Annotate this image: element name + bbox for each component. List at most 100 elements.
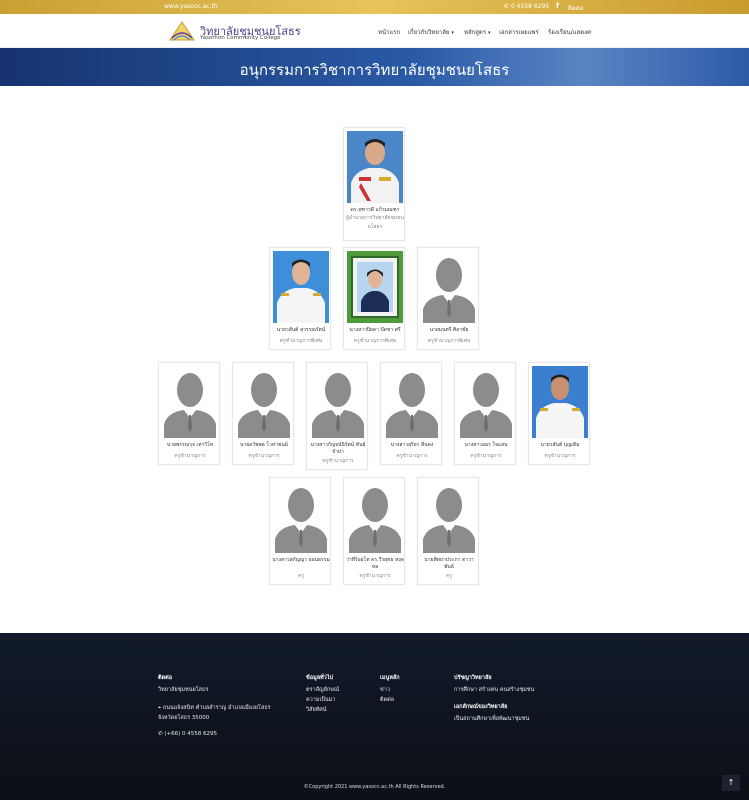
person-name: นางสาวสุริยา สิ่นคง [390, 442, 434, 448]
person-name: นายพรรณรุจ เทาวิโท [166, 442, 214, 448]
facebook-icon[interactable]: f [556, 2, 559, 10]
person-name: นางสาวกัญจน์นิรัตน์ พันธุ์จำปา [310, 442, 366, 455]
director-photo [347, 131, 403, 203]
person-placeholder-icon [421, 251, 477, 323]
person-card: นางสาวสุริยา สิ่นคงครูชำนาญการ [380, 362, 442, 465]
footer-link-emblem[interactable]: ตราสัญลักษณ์ [306, 686, 339, 694]
footer-address-line2: จังหวัดยโสธร 35000 [158, 715, 210, 721]
person-role: ครูชำนาญการ [470, 453, 502, 459]
footer-identity-heading: เอกลักษณ์ของวิทยาลัย [454, 704, 508, 710]
footer-menu-heading: เมนูหลัก [380, 675, 400, 681]
person-name: นายมนตรี ศิลาชัย [429, 327, 469, 333]
person-role: ครูชำนาญการพิเศษ [427, 338, 471, 344]
phone-icon: ✆ [504, 3, 511, 10]
person-photo [421, 481, 477, 553]
person-photo [162, 366, 218, 438]
person-card: ดร.จุฑาวดี แก้วมณฑา ผู้อำนวยการวิทยาลัยชุ… [343, 127, 405, 241]
page-banner: อนุกรรมการวิชาการวิทยาลัยชุมชนยโสธร [0, 48, 749, 86]
person-name: นายวสันต์ บุญเติม [540, 442, 580, 448]
footer-link-contact[interactable]: ติดต่อ [380, 696, 394, 704]
footer-address-line1: ถนนแจ้งสนิท ตำบลสำราญ อำเภอเมืองยโสธร [162, 705, 271, 711]
person-card: นางสาวกัญจน์นิรัตน์ พันธุ์จำปา ครูชำนาญกา… [306, 362, 368, 470]
footer-info-heading: ข้อมูลทั่วไป [306, 675, 334, 681]
person-name: ว่าที่ร้อยโท ดร.วีรยุทธ หงุดหล [346, 557, 404, 570]
person-photo [458, 366, 514, 438]
person-role: ครูชำนาญการ [174, 453, 206, 459]
person-placeholder-icon [310, 366, 366, 438]
person-photo [421, 251, 477, 323]
person-name: นางสาวสุกัญญา ออนธรรม [272, 557, 330, 563]
nav-complaints[interactable]: ร้องเรียน/แสดงความคิดเห็น [548, 27, 592, 37]
teacher-photo [347, 251, 403, 323]
nav-curriculum[interactable]: หลักสูตร ▾ [464, 27, 490, 37]
person-role: ผู้อำนวยการวิทยาลัยชุมชนยโสธร [346, 215, 404, 230]
footer-college-name: วิทยาลัยชุมชนยโสธร [158, 687, 209, 693]
person-placeholder-icon [384, 366, 440, 438]
person-placeholder-icon [347, 481, 403, 553]
footer-link-vision[interactable]: วิสัยทัศน์ [306, 706, 327, 714]
person-role: ครูชำนาญการ [544, 453, 576, 459]
footer-phone-number: (+66) 0 4558 6295 [164, 731, 217, 737]
footer-philosophy: การศึกษา สร้างคน คนสร้างชุมชน [454, 687, 535, 693]
footer-contact-heading: ติดต่อ [158, 675, 173, 681]
site-footer: ติดต่อ วิทยาลัยชุมชนยโสธร ⌖ ถนนแจ้งสนิท … [0, 633, 749, 800]
logo-title-english[interactable]: Yasothon Community College [200, 35, 281, 41]
person-name: นายพิทยาประภา ดาวาพันธ์ [424, 557, 474, 570]
nav-documents[interactable]: เอกสารเผยแพร่ [499, 27, 539, 37]
footer-phone[interactable]: ✆ (+66) 0 4558 6295 [158, 731, 217, 737]
person-card: นางสาวอมร ใจแสน ครูชำนาญการ [454, 362, 516, 465]
site-domain[interactable]: www.yasocc.ac.th [164, 3, 218, 10]
site-header: วิทยาลัยชุมชนยโสธร Yasothon Community Co… [0, 14, 749, 48]
arrow-up-icon: ↑ [727, 778, 735, 787]
person-card: ว่าที่ร้อยโท ดร.วีรยุทธ หงุดหลครูชำนาญกา… [343, 477, 405, 585]
person-card: นางสาวสุกัญญา ออนธรรม ครู [269, 477, 331, 585]
top-bar: www.yasocc.ac.th ✆ 0 4558 6295 f ติดต่อ [0, 0, 749, 14]
person-photo [236, 366, 292, 438]
person-placeholder-icon [273, 481, 329, 553]
person-photo [532, 366, 588, 438]
person-role: ครูชำนาญการพิเศษ [279, 338, 323, 344]
person-card: นายพิทยาประภา ดาวาพันธ์ครู [417, 477, 479, 585]
footer-address: ⌖ ถนนแจ้งสนิท ตำบลสำราญ อำเภอเมืองยโสธร [158, 704, 271, 712]
person-card: นางสาวปิยดา ปัดชา ศรีครูชำนาญการพิเศษ [343, 247, 405, 350]
person-role: ครูชำนาญการ [359, 573, 391, 579]
person-card: นายธวัชพล โวหาชนม์ครูชำนาญการ [232, 362, 294, 465]
top-phone[interactable]: ✆ 0 4558 6295 [504, 3, 549, 10]
person-card: นายพรรณรุจ เทาวิโทครูชำนาญการ [158, 362, 220, 465]
person-photo [310, 366, 366, 438]
person-placeholder-icon [162, 366, 218, 438]
nav-about[interactable]: เกี่ยวกับวิทยาลัย ▾ [408, 27, 454, 37]
person-photo [273, 481, 329, 553]
footer-link-news[interactable]: ข่าว [380, 686, 390, 694]
person-name: นางสาวปิยดา ปัดชา ศรี [349, 327, 401, 333]
footer-identity: เป็นสถานศึกษาเพื่อพัฒนาชุมชน [454, 716, 530, 722]
teacher-photo [273, 251, 329, 323]
top-contact-link[interactable]: ติดต่อ [568, 3, 583, 13]
footer-philosophy-heading: ปรัชญาวิทยาลัย [454, 675, 492, 681]
person-photo [347, 481, 403, 553]
person-placeholder-icon [458, 366, 514, 438]
person-name: นายวสันต์ สุวรรณรัตน์ [276, 327, 326, 333]
person-card: นายวสันต์ สุวรรณรัตน์ครูชำนาญการพิเศษ [269, 247, 331, 350]
person-card: นายวสันต์ บุญเติมครูชำนาญการ [528, 362, 590, 465]
person-role: ครูชำนาญการ [396, 453, 428, 459]
back-to-top-button[interactable]: ↑ [722, 775, 740, 791]
page-title: อนุกรรมการวิชาการวิทยาลัยชุมชนยโสธร [239, 61, 510, 79]
person-name: นายธวัชพล โวหาชนม์ [239, 442, 289, 448]
person-role: ครู [445, 573, 453, 579]
person-placeholder-icon [421, 481, 477, 553]
nav-home[interactable]: หน้าแรก [378, 27, 400, 37]
person-role: ครูชำนาญการพิเศษ [353, 338, 397, 344]
footer-link-history[interactable]: ความเป็นมา [306, 696, 335, 704]
person-photo [273, 251, 329, 323]
top-phone-number: 0 4558 6295 [510, 3, 550, 10]
person-photo [347, 131, 403, 203]
chevron-down-icon: ▾ [487, 30, 491, 36]
person-role: ครูชำนาญการ [248, 453, 280, 459]
person-photo [384, 366, 440, 438]
chevron-down-icon: ▾ [451, 30, 454, 36]
college-logo-icon[interactable] [168, 20, 196, 42]
teacher-photo [532, 366, 588, 438]
person-photo [347, 251, 403, 323]
person-placeholder-icon [236, 366, 292, 438]
